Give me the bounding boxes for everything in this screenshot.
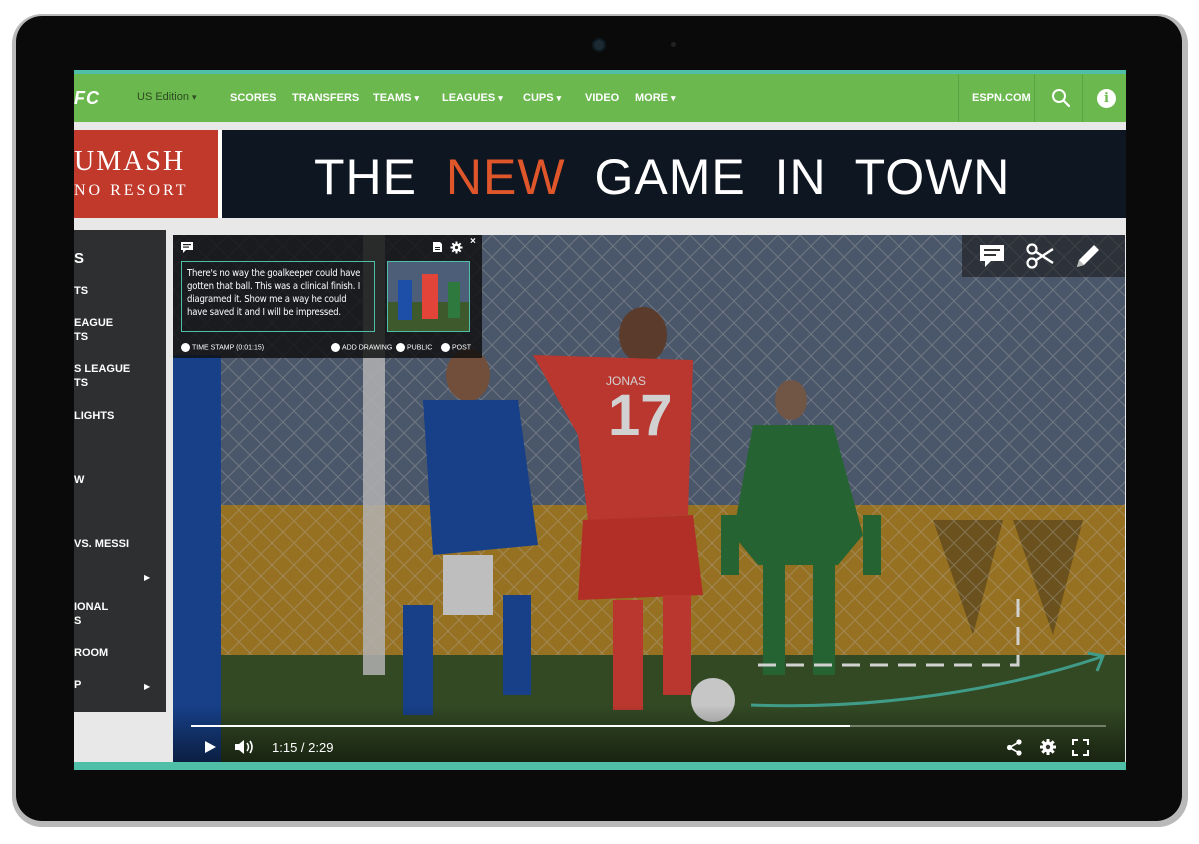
pencil-icon	[331, 343, 340, 352]
nav-transfers[interactable]: TRANSFERS	[292, 92, 359, 104]
brand-subtitle: NO RESORT	[74, 182, 189, 199]
nav-cups[interactable]: CUPS ▾	[523, 92, 561, 104]
bottom-accent-bar	[74, 762, 1126, 770]
nav-divider	[1034, 74, 1035, 122]
post-button[interactable]: POST	[441, 343, 471, 352]
camera	[592, 38, 606, 52]
comment-panel: × There's no way the goalkeeper could ha…	[173, 235, 482, 358]
player-controls: 1:15 / 2:29	[173, 705, 1125, 765]
share-icon[interactable]	[1006, 739, 1023, 756]
globe-icon	[396, 343, 405, 352]
nav-teams[interactable]: TEAMS ▾	[373, 92, 419, 104]
sidebar-item[interactable]: EAGUE TS	[74, 316, 113, 344]
top-nav: FC US Edition ▾ SCORES TRANSFERS TEAMS ▾ L…	[74, 70, 1126, 122]
close-icon[interactable]: ×	[470, 236, 476, 247]
video-player[interactable]: 17 JONAS × There's no way the goalkeeper…	[173, 235, 1125, 765]
play-icon[interactable]	[203, 740, 217, 754]
sidebar-item[interactable]: W	[74, 473, 84, 487]
progress-fill	[191, 725, 850, 727]
settings-icon[interactable]	[450, 241, 463, 254]
sidebar-item[interactable]: TS	[74, 284, 88, 298]
camera-sensor	[671, 42, 676, 47]
chevron-right-icon[interactable]: ▶	[144, 682, 150, 691]
time-display: 1:15 / 2:29	[272, 740, 334, 755]
espn-link[interactable]: ESPN.COM	[972, 92, 1031, 104]
chevron-down-icon: ▾	[556, 93, 562, 103]
sidebar-menu: S TS EAGUE TS S LEAGUE TS LIGHTS W VS. MES…	[74, 230, 166, 712]
edition-selector[interactable]: US Edition ▾	[137, 91, 197, 103]
brand-box: UMASH NO RESORT	[74, 130, 222, 218]
sidebar-item[interactable]: VS. MESSI	[74, 537, 129, 551]
nav-leagues[interactable]: LEAGUES ▾	[442, 92, 503, 104]
thumbnail-image	[388, 262, 469, 331]
sidebar-item[interactable]: P	[74, 678, 81, 692]
chevron-down-icon: ▾	[498, 93, 503, 103]
gear-icon[interactable]	[1039, 738, 1057, 756]
screen: FC US Edition ▾ SCORES TRANSFERS TEAMS ▾ L…	[74, 70, 1126, 770]
comment-icon[interactable]	[977, 241, 1007, 271]
timestamp-label: TIME STAMP (0:01:15)	[181, 343, 264, 352]
nav-video[interactable]: VIDEO	[585, 92, 619, 104]
clock-icon	[181, 343, 190, 352]
sidebar-heading: S	[74, 250, 85, 267]
site-logo[interactable]: FC	[74, 88, 100, 109]
nav-divider	[1082, 74, 1083, 122]
sidebar-item[interactable]: S LEAGUE TS	[74, 362, 130, 390]
banner-ad[interactable]: UMASH NO RESORT THE NEW GAME IN TOWN	[74, 130, 1126, 218]
logo-text: FC	[74, 88, 100, 108]
save-icon[interactable]	[432, 241, 443, 253]
pencil-icon[interactable]	[1073, 241, 1103, 271]
comment-icon	[181, 242, 193, 253]
chevron-down-icon: ▾	[671, 93, 676, 103]
chevron-right-icon[interactable]: ▶	[144, 573, 150, 582]
add-drawing-button[interactable]: ADD DRAWING	[331, 343, 392, 352]
brand-name: UMASH	[74, 146, 186, 177]
sidebar-item[interactable]: IONAL S	[74, 600, 108, 628]
public-toggle[interactable]: PUBLIC	[396, 343, 432, 352]
sidebar-item[interactable]: LIGHTS	[74, 409, 114, 423]
sidebar-item[interactable]: ROOM	[74, 646, 108, 660]
clip-thumbnail[interactable]	[387, 261, 470, 332]
search-icon[interactable]	[1051, 88, 1071, 108]
banner-tagline: THE NEW GAME IN TOWN	[314, 149, 1011, 205]
nav-scores[interactable]: SCORES	[230, 92, 276, 104]
nav-more[interactable]: MORE ▾	[635, 92, 676, 104]
check-icon	[441, 343, 450, 352]
chevron-down-icon: ▾	[191, 92, 197, 102]
info-icon[interactable]: i	[1097, 89, 1116, 108]
annotation-toolbar	[962, 235, 1125, 277]
progress-bar[interactable]	[191, 725, 1106, 727]
volume-icon[interactable]	[234, 739, 256, 755]
scissors-icon[interactable]	[1025, 241, 1055, 271]
comment-text[interactable]: There's no way the goalkeeper could have…	[181, 261, 375, 332]
nav-divider	[958, 74, 959, 122]
chevron-down-icon: ▾	[414, 93, 420, 103]
fullscreen-icon[interactable]	[1072, 739, 1089, 756]
edition-label: US Edition	[137, 91, 189, 103]
